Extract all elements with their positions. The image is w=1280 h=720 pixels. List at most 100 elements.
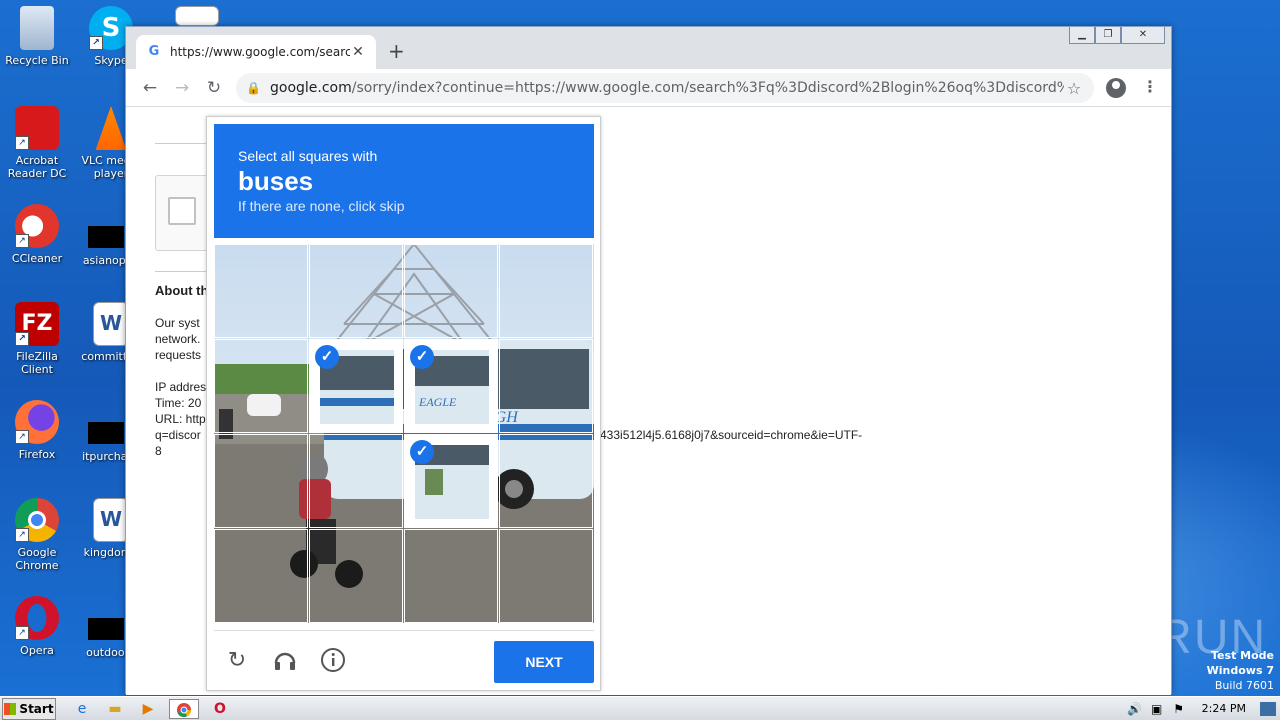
redacted-icon: [88, 618, 124, 640]
info-icon[interactable]: [320, 647, 346, 673]
start-button[interactable]: Start: [2, 697, 56, 720]
windows-logo-icon: [4, 702, 17, 715]
redacted-icon: [88, 226, 124, 248]
google-favicon-icon: G: [148, 44, 160, 59]
action-center-flag-icon[interactable]: ⚑: [1168, 702, 1190, 716]
grid-tile[interactable]: [499, 529, 593, 623]
audio-challenge-icon[interactable]: [272, 647, 298, 673]
show-desktop-button[interactable]: [1260, 701, 1276, 716]
browser-tab[interactable]: G https://www.google.com/search?q= ✕: [136, 35, 376, 69]
grid-tile[interactable]: [309, 434, 403, 528]
desktop-icon-label: Acrobat Reader DC: [7, 154, 67, 180]
tab-strip: G https://www.google.com/search?q= ✕ + ▁…: [126, 27, 1171, 69]
desktop-icon-label: FileZilla Client: [16, 350, 58, 376]
address-bar[interactable]: 🔒 google.com/sorry/index?continue=https:…: [236, 73, 1094, 103]
grid-tile[interactable]: [499, 244, 593, 338]
grid-tile[interactable]: [214, 529, 308, 623]
grid-tile-selected[interactable]: ✓: [309, 339, 403, 433]
recycle-bin-icon: [20, 6, 54, 50]
close-tab-icon[interactable]: ✕: [350, 44, 366, 60]
grid-tile[interactable]: [309, 529, 403, 623]
recaptcha-checkbox[interactable]: [168, 197, 196, 225]
about-heading: About th: [155, 283, 209, 298]
restore-button[interactable]: ❐: [1095, 27, 1121, 44]
chrome-taskbar-icon[interactable]: [169, 698, 199, 719]
network-icon[interactable]: ▣: [1146, 702, 1168, 716]
word-doc-icon: W: [93, 302, 129, 346]
file-explorer-icon[interactable]: ▬: [103, 699, 127, 719]
bookmark-star-icon[interactable]: ☆: [1064, 79, 1084, 98]
build-number-label: Build 7601: [1214, 679, 1274, 692]
browser-toolbar: ← → ↻ 🔒 google.com/sorry/index?continue=…: [126, 69, 1171, 107]
desktop-icon-recycle-bin[interactable]: Recycle Bin: [0, 6, 74, 67]
desktop-icon-label: Skype: [94, 54, 128, 67]
new-tab-button[interactable]: +: [388, 41, 405, 61]
opera-icon: ↗: [15, 596, 59, 640]
tab-title: https://www.google.com/search?q=: [170, 45, 350, 59]
filezilla-icon: FZ ↗: [15, 302, 59, 346]
test-mode-label: Test Mode: [1211, 649, 1274, 662]
grid-tile[interactable]: [404, 244, 498, 338]
grid-tile-selected[interactable]: ✓: [404, 434, 498, 528]
next-button[interactable]: NEXT: [494, 641, 594, 683]
firefox-icon: ↗: [15, 400, 59, 444]
redacted-icon: [88, 422, 124, 444]
image-grid: EAGLE HIGH ✓ EAGLE ✓: [214, 244, 594, 623]
ccleaner-icon: ↗: [15, 204, 59, 248]
acrobat-icon: ↗: [15, 106, 59, 150]
desktop-icon-label: CCleaner: [11, 252, 63, 265]
recaptcha-challenge: Select all squares with buses If there a…: [206, 116, 601, 691]
checkmark-icon: ✓: [410, 440, 434, 464]
desktop-icon-label: Opera: [20, 644, 54, 657]
request-info: IP addres Time: 20 URL: http q=discor 8: [155, 380, 207, 458]
clock[interactable]: 2:24 PM: [1202, 702, 1246, 715]
checkmark-icon: ✓: [315, 345, 339, 369]
menu-kebab-icon[interactable]: ⋮: [1142, 77, 1158, 96]
grid-tile[interactable]: [214, 244, 308, 338]
grid-tile-selected[interactable]: EAGLE ✓: [404, 339, 498, 433]
skip-hint: If there are none, click skip: [238, 198, 405, 214]
reload-icon[interactable]: ↻: [198, 78, 230, 98]
media-player-icon[interactable]: ▶: [136, 699, 160, 719]
profile-avatar-icon[interactable]: [1106, 78, 1126, 98]
request-url-tail: 433i512l4j5.6168j0j7&sourceid=chrome&ie=…: [600, 428, 863, 442]
challenge-footer: ↻ NEXT: [214, 630, 594, 690]
internet-explorer-icon[interactable]: e: [70, 699, 94, 719]
grid-tile[interactable]: [499, 339, 593, 433]
desktop-icon-firefox[interactable]: ↗ Firefox: [0, 400, 74, 461]
about-paragraph: Our syst network. requests: [155, 316, 202, 362]
chrome-icon: ↗: [15, 498, 59, 542]
word-doc-icon: W: [93, 498, 129, 542]
grid-tile[interactable]: [404, 529, 498, 623]
windows-version-label: Windows 7: [1206, 664, 1274, 677]
grid-tile[interactable]: [214, 339, 308, 433]
desktop-icon-acrobat[interactable]: ↗ Acrobat Reader DC: [0, 106, 74, 180]
lock-icon: 🔒: [246, 81, 261, 95]
volume-icon[interactable]: 🔊: [1124, 702, 1146, 716]
forward-arrow-icon[interactable]: →: [166, 78, 198, 98]
back-arrow-icon[interactable]: ←: [134, 78, 166, 98]
window-close-button[interactable]: ✕: [1121, 27, 1165, 44]
word-doc-icon: [175, 6, 219, 26]
desktop-icon-filezilla[interactable]: FZ ↗ FileZilla Client: [0, 302, 74, 376]
challenge-target: buses: [238, 166, 314, 196]
desktop-icon-ccleaner[interactable]: ↗ CCleaner: [0, 204, 74, 265]
desktop-icon-label: Google Chrome: [15, 546, 59, 572]
challenge-instructions: Select all squares with buses If there a…: [214, 124, 594, 238]
window-controls: ▁ ❐ ✕: [1069, 27, 1165, 44]
instruction-line: Select all squares with: [238, 148, 378, 164]
reload-challenge-icon[interactable]: ↻: [224, 647, 250, 673]
svg-text:EAGLE: EAGLE: [418, 395, 457, 409]
desktop-icon-label: Recycle Bin: [5, 54, 69, 67]
opera-taskbar-icon[interactable]: O: [208, 699, 232, 719]
desktop-icon-opera[interactable]: ↗ Opera: [0, 596, 74, 657]
grid-tile[interactable]: [214, 434, 308, 528]
start-label: Start: [19, 701, 54, 716]
checkmark-icon: ✓: [410, 345, 434, 369]
grid-tile[interactable]: [309, 244, 403, 338]
url-host: google.com: [270, 80, 352, 96]
grid-tile[interactable]: [499, 434, 593, 528]
taskbar: Start e ▬ ▶ O 🔊 ▣ ⚑ 2:24 PM: [0, 696, 1280, 720]
minimize-button[interactable]: ▁: [1069, 27, 1095, 44]
desktop-icon-chrome[interactable]: ↗ Google Chrome: [0, 498, 74, 572]
